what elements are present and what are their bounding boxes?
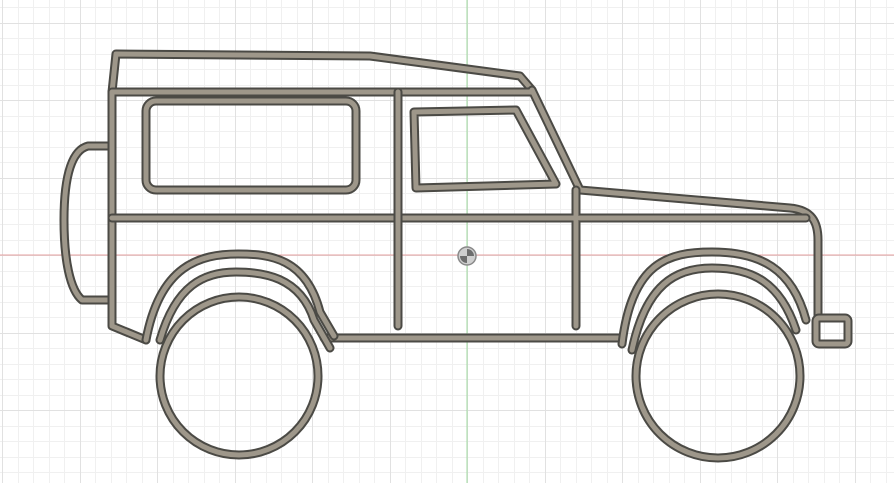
front-bumper[interactable] [811, 313, 853, 349]
rear-wheel[interactable] [155, 292, 323, 460]
roof[interactable] [107, 49, 537, 97]
origin-marker-icon[interactable] [457, 246, 477, 266]
grid-major-lines [0, 0, 894, 483]
front-wheel[interactable] [631, 289, 805, 463]
spare-wheel[interactable] [59, 141, 113, 305]
design-canvas[interactable] [0, 0, 894, 483]
canvas-grid [0, 0, 894, 483]
front-door-window[interactable] [409, 105, 561, 193]
